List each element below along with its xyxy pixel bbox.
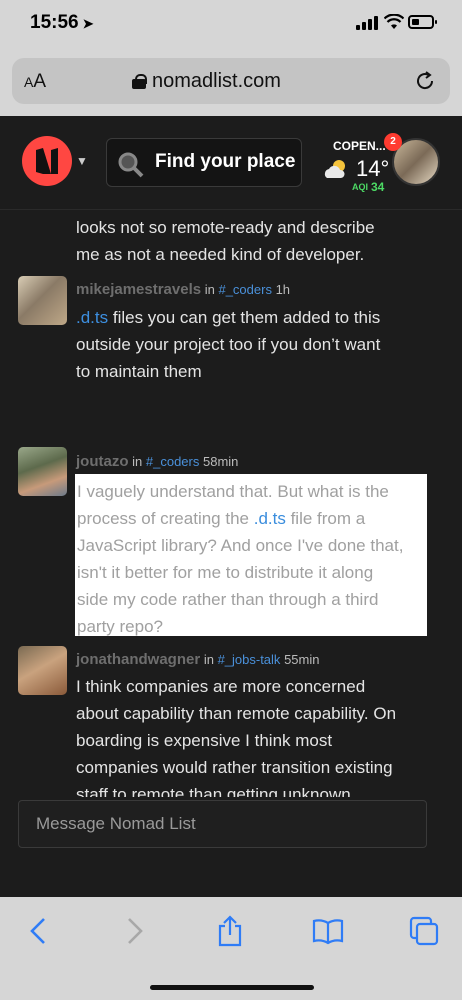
location-arrow-icon: ➤ (82, 16, 94, 31)
message-line: outside your project too if you don’t wa… (76, 335, 381, 354)
username[interactable]: jonathandwagner (76, 651, 200, 668)
message-body-highlighted: I vaguely understand that. But what is t… (75, 474, 427, 636)
code-token: .d.ts (76, 308, 109, 327)
message-line: .d.ts files you can get them added to th… (76, 304, 426, 331)
search-icon (118, 152, 144, 178)
reload-icon[interactable] (414, 70, 436, 92)
channel-link[interactable]: #_jobs-talk (218, 652, 281, 667)
message-body: .d.ts files you can get them added to th… (76, 304, 426, 385)
back-icon[interactable] (24, 915, 56, 947)
search-placeholder: Find your place (155, 151, 296, 172)
message-composer (0, 797, 462, 897)
status-bar: 15:56 ➤ (0, 0, 462, 52)
timestamp: 55min (284, 652, 320, 667)
message-line: side my code rather than through a third (77, 590, 379, 609)
forward-icon[interactable] (117, 915, 149, 947)
message-line: I vaguely understand that. But what is t… (77, 482, 389, 501)
message-line: JavaScript library? And once I've done t… (77, 536, 404, 555)
partly-cloudy-icon (324, 160, 345, 178)
message-text: process of creating the (77, 509, 254, 528)
weather-temperature: 14° (356, 156, 390, 181)
wifi-icon (384, 14, 404, 29)
message-line: process of creating the .d.ts file from … (77, 505, 425, 532)
message-line: I think companies are more concerned (76, 677, 366, 696)
text-size-button[interactable]: AA (24, 71, 46, 93)
chat-feed[interactable]: looks not so remote-ready and describe m… (0, 211, 462, 797)
share-icon[interactable] (214, 915, 246, 947)
message-text: files you can get them added to this (108, 308, 381, 327)
username[interactable]: mikejamestravels (76, 281, 201, 298)
cellular-signal-icon (356, 16, 378, 30)
channel-link[interactable]: #_coders (146, 454, 199, 469)
message-header: jonathandwagner in #_jobs-talk 55min (76, 651, 319, 668)
clock: 15:56 (30, 12, 79, 33)
message-line: boarding is expensive I think most (76, 731, 333, 750)
message-line: companies would rather transition existi… (76, 758, 393, 777)
aqi-value: 34 (371, 180, 385, 194)
message-line: party repo? (77, 617, 163, 636)
channel-link[interactable]: #_coders (218, 282, 271, 297)
home-indicator (150, 985, 314, 990)
in-label: in (132, 454, 143, 469)
in-label: in (204, 282, 215, 297)
weather-city[interactable]: COPEN... (333, 139, 386, 153)
search-box[interactable]: Find your place (106, 138, 302, 187)
url-text[interactable]: nomadlist.com (152, 70, 281, 93)
status-time: 15:56 ➤ (30, 12, 94, 34)
avatar[interactable] (18, 646, 67, 695)
bookmarks-icon[interactable] (312, 915, 344, 947)
username[interactable]: joutazo (76, 453, 129, 470)
message-line: isn't it better for me to distribute it … (77, 563, 374, 582)
timestamp: 58min (202, 454, 239, 469)
message-input[interactable] (18, 800, 427, 848)
message-header: joutazo in #_coders 58min (76, 453, 238, 470)
nomad-list-logo[interactable] (22, 136, 72, 186)
message-text: file from a (285, 509, 366, 528)
message-continuation: looks not so remote-ready and describe m… (76, 214, 426, 268)
message-line: looks not so remote-ready and describe (76, 218, 375, 237)
message-header: mikejamestravels in #_coders 1h (76, 281, 290, 298)
chevron-down-icon[interactable]: ▼ (76, 154, 88, 168)
message-line: about capability than remote capability.… (76, 704, 397, 723)
in-label: in (203, 652, 214, 667)
lock-icon (132, 74, 147, 89)
logo-mark-icon (36, 148, 58, 174)
timestamp: 1h (275, 282, 291, 297)
message-line: staff to remote than getting unknown (76, 785, 351, 797)
code-token: .d.ts (253, 509, 286, 528)
browser-address-area: AA nomadlist.com (0, 52, 462, 116)
app-header: ▼ Find your place COPEN... 14° AQI 34 2 (0, 116, 462, 210)
battery-icon (408, 15, 437, 29)
avatar[interactable] (18, 447, 67, 496)
notification-badge[interactable]: 2 (384, 133, 402, 151)
aqi-label: AQI (352, 182, 369, 192)
message-line: me as not a needed kind of developer. (76, 245, 365, 264)
message-body: I think companies are more concerned abo… (76, 673, 426, 797)
message-line: to maintain them (76, 362, 202, 381)
address-bar[interactable]: AA nomadlist.com (12, 58, 450, 104)
avatar[interactable] (18, 276, 67, 325)
tabs-icon[interactable] (408, 915, 440, 947)
